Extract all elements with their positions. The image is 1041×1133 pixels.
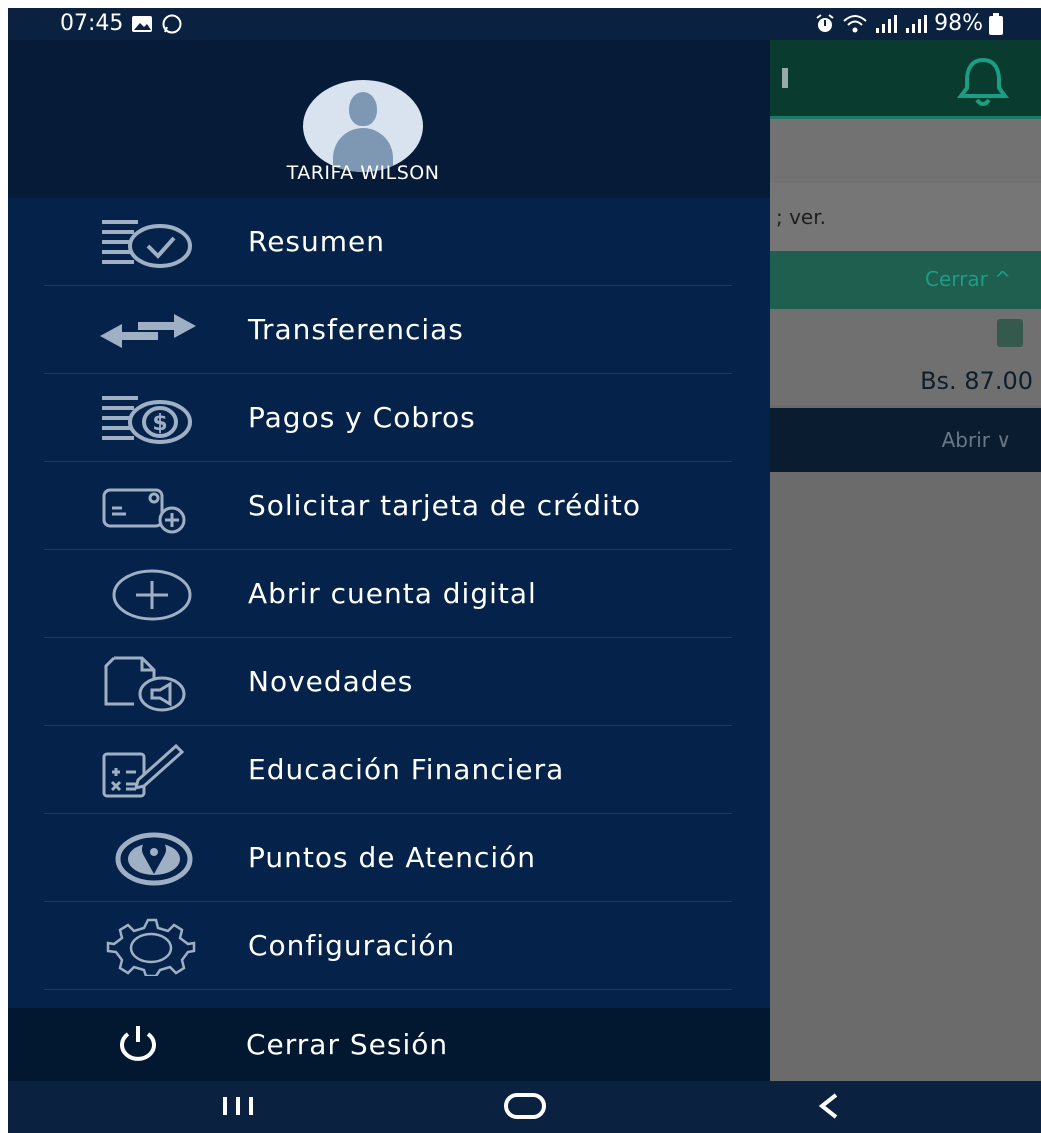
background-text-row: ; ver. xyxy=(770,183,1041,251)
collapse-label: Cerrar ^ xyxy=(925,267,1011,291)
status-right: 98% xyxy=(814,11,1003,36)
menu-item-resumen[interactable]: Resumen xyxy=(8,198,770,286)
calculator-pen-icon xyxy=(102,743,185,798)
account-amount: Bs. 87.00 xyxy=(920,367,1033,395)
status-time: 07:45 xyxy=(60,11,124,36)
bell-icon[interactable] xyxy=(951,54,1015,110)
logout-label: Cerrar Sesión xyxy=(246,1028,449,1061)
gear-icon xyxy=(106,918,196,976)
signal-icon xyxy=(876,14,898,33)
battery-percent: 98% xyxy=(934,11,983,36)
background-header xyxy=(770,40,1041,116)
status-bar: 07:45 98% xyxy=(8,8,1041,40)
expand-label: Abrir ∨ xyxy=(941,428,1011,452)
status-left: 07:45 xyxy=(60,11,183,36)
avatar-head xyxy=(349,92,377,126)
collapse-section-button[interactable]: Cerrar ^ xyxy=(770,251,1041,309)
screen: 07:45 98% ; ver. Cerrar ^ Bs. 87.00 Abri… xyxy=(8,8,1041,1133)
power-icon xyxy=(120,1026,156,1061)
menu-item-pagos[interactable]: $ Pagos y Cobros xyxy=(8,374,770,462)
transfer-arrows-icon xyxy=(100,314,196,348)
menu-item-transferencias[interactable]: Transferencias xyxy=(8,286,770,374)
menu-label: Puntos de Atención xyxy=(248,841,537,874)
menu-item-abrir-cuenta[interactable]: Abrir cuenta digital xyxy=(8,550,770,638)
menu-item-configuracion[interactable]: Configuración xyxy=(8,902,770,990)
expand-section-button[interactable]: Abrir ∨ xyxy=(770,408,1041,472)
wifi-icon xyxy=(843,14,867,32)
background-app[interactable]: ; ver. Cerrar ^ Bs. 87.00 Abrir ∨ xyxy=(770,40,1041,1081)
menu-label: Educación Financiera xyxy=(248,753,565,786)
menu-item-solicitar-tarjeta[interactable]: Solicitar tarjeta de crédito xyxy=(8,462,770,550)
user-name: TARIFA WILSON xyxy=(286,162,440,184)
profile-header: TARIFA WILSON xyxy=(8,40,770,198)
signal-icon xyxy=(906,14,928,33)
alarm-icon xyxy=(816,13,834,32)
summary-check-icon xyxy=(102,220,192,268)
whatsapp-icon xyxy=(162,14,182,33)
logout-button[interactable]: Cerrar Sesión xyxy=(8,1008,770,1081)
background-row xyxy=(770,119,1041,183)
svg-text:$: $ xyxy=(152,411,167,436)
menu-item-educacion[interactable]: Educación Financiera xyxy=(8,726,770,814)
menu-label: Resumen xyxy=(248,225,386,258)
recents-button[interactable] xyxy=(218,1089,258,1123)
plus-circle-icon xyxy=(112,569,192,621)
background-partial-text: ; ver. xyxy=(776,205,826,229)
menu-label: Pagos y Cobros xyxy=(248,401,476,434)
menu-label: Novedades xyxy=(248,665,414,698)
menu-item-novedades[interactable]: Novedades xyxy=(8,638,770,726)
gallery-icon xyxy=(132,15,153,32)
system-nav-bar xyxy=(8,1081,1041,1133)
avatar xyxy=(303,80,423,172)
menu-label: Abrir cuenta digital xyxy=(248,577,537,610)
back-button[interactable] xyxy=(814,1089,844,1123)
menu-label: Transferencias xyxy=(248,313,464,346)
credit-card-add-icon xyxy=(102,488,186,534)
location-pin-icon xyxy=(115,832,193,886)
navigation-drawer: TARIFA WILSON Resumen Transferencias $ P… xyxy=(8,40,770,1081)
divider xyxy=(44,989,732,990)
document-icon[interactable] xyxy=(997,319,1023,347)
menu-label: Solicitar tarjeta de crédito xyxy=(248,489,641,522)
menu-item-puntos-atencion[interactable]: Puntos de Atención xyxy=(8,814,770,902)
news-megaphone-icon xyxy=(104,656,186,712)
home-button[interactable] xyxy=(502,1089,548,1123)
account-amount-row: Bs. 87.00 xyxy=(770,309,1041,405)
menu-handle xyxy=(782,68,788,88)
menu-label: Configuración xyxy=(248,929,456,962)
battery-icon xyxy=(989,12,1003,35)
payments-dollar-icon: $ xyxy=(102,396,192,444)
